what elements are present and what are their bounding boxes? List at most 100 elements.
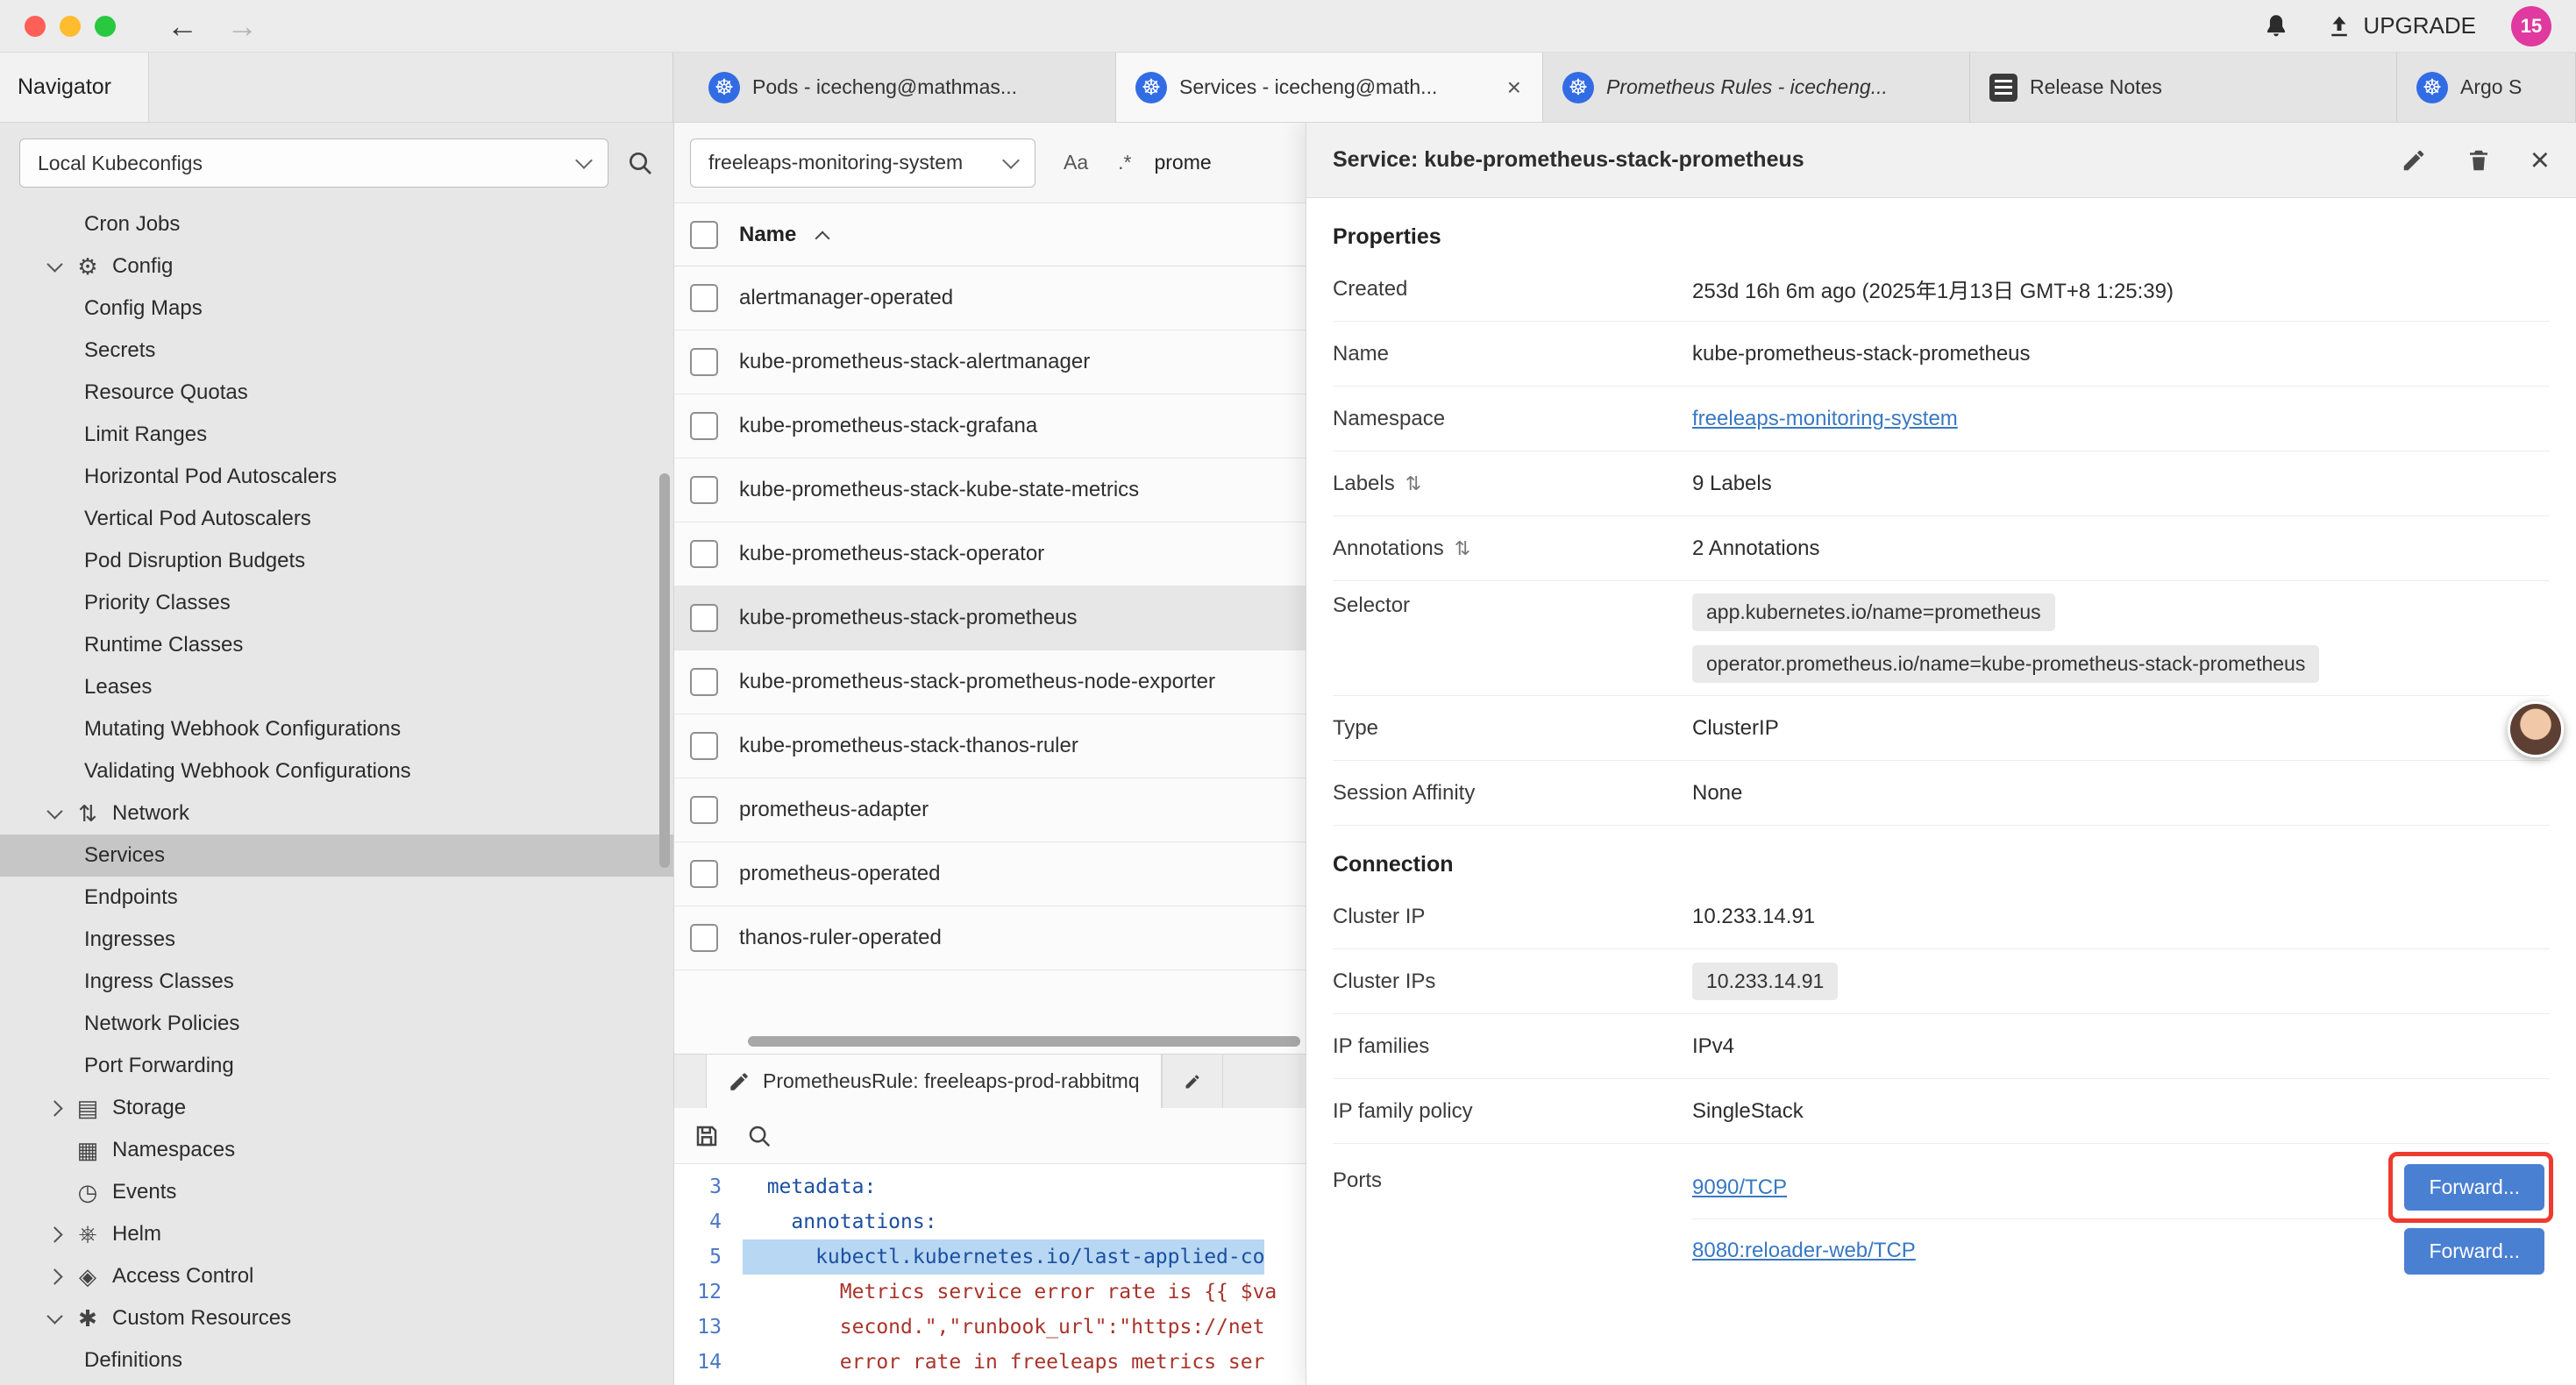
zoom-window-button[interactable] — [95, 16, 116, 37]
tree-item[interactable]: ⎈ Helm — [0, 1213, 673, 1255]
edit-button[interactable] — [2401, 147, 2427, 174]
save-icon — [694, 1123, 720, 1149]
tree-item[interactable]: Resource Quotas — [0, 372, 673, 414]
selector-badges: app.kubernetes.io/name=prometheus operat… — [1692, 593, 2550, 683]
tree-item[interactable]: Endpoints — [0, 877, 673, 919]
tree-item[interactable]: Port Forwarding — [0, 1045, 673, 1087]
row-checkbox[interactable] — [690, 732, 718, 760]
editor-search-button[interactable] — [746, 1123, 772, 1149]
tree-item[interactable]: Mutating Webhook Configurations — [0, 708, 673, 750]
regex-toggle[interactable]: .* — [1111, 147, 1138, 178]
tree-item[interactable]: Ingress Classes — [0, 961, 673, 1003]
row-checkbox[interactable] — [690, 476, 718, 504]
tree-item-label: Resource Quotas — [84, 380, 248, 405]
tree-item-label: Priority Classes — [84, 591, 231, 615]
delete-button[interactable] — [2466, 147, 2492, 174]
row-checkbox[interactable] — [690, 860, 718, 888]
forward-button[interactable]: Forward... — [2404, 1228, 2544, 1275]
tree-item[interactable]: Vertical Pod Autoscalers — [0, 498, 673, 540]
match-case-toggle[interactable]: Aa — [1057, 147, 1095, 178]
tree-item[interactable]: ▤ Storage — [0, 1087, 673, 1129]
session-affinity-label: Session Affinity — [1333, 781, 1692, 806]
back-button[interactable]: ← — [167, 11, 198, 42]
ports-row: Ports 9090/TCP Forward... — [1333, 1144, 2550, 1295]
row-checkbox[interactable] — [690, 924, 718, 952]
port-link[interactable]: 9090/TCP — [1692, 1175, 1787, 1200]
cluster-tab[interactable]: Release Notes — [1970, 53, 2397, 122]
row-checkbox[interactable] — [690, 284, 718, 312]
tree-item[interactable]: Priority Classes — [0, 582, 673, 624]
ports-label: Ports — [1333, 1156, 1692, 1193]
tree-item[interactable]: ⚙ Config — [0, 245, 673, 288]
port-row: 8080:reloader-web/TCP Forward... — [1692, 1219, 2550, 1282]
cluster-tab[interactable]: Prometheus Rules - icecheng... — [1543, 53, 1970, 122]
horizontal-scrollbar-thumb[interactable] — [748, 1036, 1300, 1047]
tree-item[interactable]: Horizontal Pod Autoscalers — [0, 456, 673, 498]
port-link[interactable]: 8080:reloader-web/TCP — [1692, 1239, 1916, 1263]
cluster-tab[interactable]: Pods - icecheng@mathmas... — [689, 53, 1116, 122]
sidebar-search-button[interactable] — [626, 149, 654, 177]
close-panel-button[interactable]: × — [2530, 144, 2550, 177]
expand-toggle-icon[interactable]: ⇅ — [1455, 537, 1470, 560]
expand-toggle-icon[interactable]: ⇅ — [1405, 472, 1421, 495]
tree-item[interactable]: ⇅ Network — [0, 792, 673, 835]
floating-avatar[interactable] — [2508, 701, 2564, 757]
close-window-button[interactable] — [25, 16, 46, 37]
select-all-checkbox[interactable] — [690, 221, 718, 249]
tree-item[interactable]: Secrets — [0, 330, 673, 372]
tree-item-label: Validating Webhook Configurations — [84, 759, 411, 784]
tree-item[interactable]: ◷ Events — [0, 1171, 673, 1213]
dock-tab-next[interactable] — [1162, 1055, 1223, 1108]
name-column-header[interactable]: Name — [739, 223, 796, 247]
tree-item[interactable]: Definitions — [0, 1339, 673, 1381]
row-checkbox[interactable] — [690, 668, 718, 696]
tree-item-label: Runtime Classes — [84, 633, 243, 657]
tree-item[interactable]: Config Maps — [0, 288, 673, 330]
notification-badge[interactable]: 15 — [2511, 6, 2551, 46]
kubeconfig-selector[interactable]: Local Kubeconfigs — [19, 138, 608, 188]
tree-item[interactable]: Validating Webhook Configurations — [0, 750, 673, 792]
navigator-tab[interactable]: Navigator — [0, 53, 149, 122]
tree-item[interactable]: ✱ Custom Resources — [0, 1297, 673, 1339]
tree-item[interactable]: ▦ Namespaces — [0, 1129, 673, 1171]
cluster-tab[interactable]: Services - icecheng@math... — [1116, 53, 1543, 122]
cluster-tab[interactable]: Argo S — [2397, 53, 2576, 122]
service-name: kube-prometheus-stack-thanos-ruler — [739, 734, 1078, 758]
tree-item-label: Leases — [84, 675, 152, 700]
row-checkbox[interactable] — [690, 412, 718, 440]
annotations-row: Annotations ⇅ 2 Annotations — [1333, 516, 2550, 581]
row-checkbox[interactable] — [690, 540, 718, 568]
forward-button[interactable]: → — [226, 11, 258, 42]
tree-item[interactable]: Cron Jobs — [0, 203, 673, 245]
tree-item[interactable]: Services — [0, 835, 673, 877]
detail-title: Service: kube-prometheus-stack-prometheu… — [1333, 147, 1804, 173]
minimize-window-button[interactable] — [60, 16, 81, 37]
service-name: kube-prometheus-stack-prometheus-node-ex… — [739, 670, 1215, 694]
notifications-bell-button[interactable] — [2261, 11, 2291, 41]
tree-item-label: Ingress Classes — [84, 970, 234, 994]
close-tab-icon[interactable] — [1505, 74, 1523, 102]
dock-tab-prometheusrule[interactable]: PrometheusRule: freeleaps-prod-rabbitmq — [706, 1055, 1162, 1108]
row-checkbox[interactable] — [690, 604, 718, 632]
row-checkbox[interactable] — [690, 796, 718, 824]
save-button[interactable] — [694, 1123, 720, 1149]
upgrade-button[interactable]: UPGRADE — [2326, 12, 2476, 39]
namespace-selector[interactable]: freeleaps-monitoring-system — [690, 138, 1035, 188]
forward-button[interactable]: Forward... — [2404, 1164, 2544, 1211]
search-icon — [746, 1123, 772, 1149]
namespace-link[interactable]: freeleaps-monitoring-system — [1692, 407, 1958, 431]
tree-item[interactable]: Runtime Classes — [0, 624, 673, 666]
line-number: 12 — [674, 1275, 743, 1310]
created-value: 253d 16h 6m ago (2025年1月13日 GMT+8 1:25:3… — [1692, 273, 2550, 304]
tree-item[interactable]: Limit Ranges — [0, 414, 673, 456]
tree-item[interactable]: Leases — [0, 666, 673, 708]
service-name: prometheus-adapter — [739, 798, 929, 822]
tree-item[interactable]: Network Policies — [0, 1003, 673, 1045]
sidebar-scrollbar-thumb[interactable] — [659, 473, 670, 868]
row-checkbox[interactable] — [690, 348, 718, 376]
name-value: kube-prometheus-stack-prometheus — [1692, 342, 2550, 366]
tree-item[interactable]: ◈ Access Control — [0, 1255, 673, 1297]
tree-item-label: Custom Resources — [112, 1306, 291, 1331]
tree-item[interactable]: Ingresses — [0, 919, 673, 961]
tree-item[interactable]: Pod Disruption Budgets — [0, 540, 673, 582]
